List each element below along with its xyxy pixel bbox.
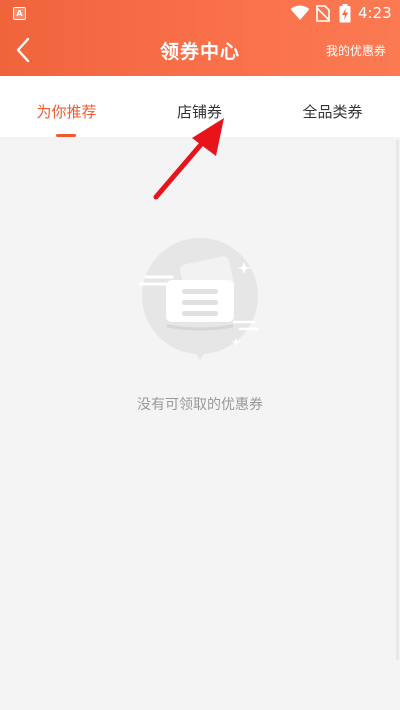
app-header: A 4:23 领券中心 我的优惠券 [0,0,400,76]
battery-charging-icon [339,4,351,23]
tab-all-category-coupons[interactable]: 全品类券 [266,76,399,137]
empty-state-message: 没有可领取的优惠券 [137,397,263,413]
status-time: 4:23 [358,4,392,22]
scroll-edge [396,140,399,660]
no-sim-icon [316,5,330,22]
status-bar: A 4:23 [0,0,400,26]
app-notification-icon: A [13,7,26,20]
active-tab-indicator [56,134,76,137]
my-coupons-link[interactable]: 我的优惠券 [326,42,386,59]
red-arrow-icon [153,118,224,200]
wifi-icon [290,5,310,20]
tab-recommended[interactable]: 为你推荐 [0,76,133,137]
empty-coupon-icon [138,238,260,360]
